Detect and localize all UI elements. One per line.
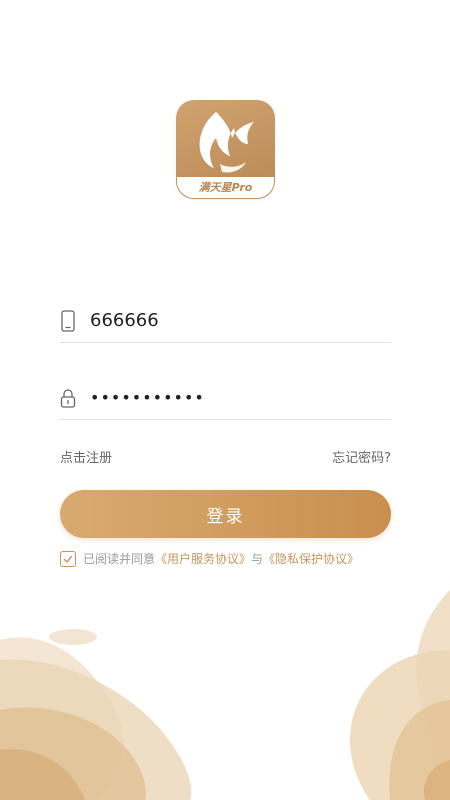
phone-input[interactable] (90, 306, 380, 334)
password-field (60, 379, 391, 420)
app-logo: 满天星Pro (176, 100, 275, 199)
login-button[interactable]: 登录 (60, 490, 391, 538)
register-link[interactable]: 点击注册 (60, 450, 112, 468)
agreement-joiner: 与 (251, 552, 264, 566)
lock-icon (60, 387, 76, 409)
phone-field (60, 302, 391, 343)
flame-fox-logo-icon (199, 112, 254, 173)
phone-icon (60, 310, 76, 332)
logo-text: 满天星Pro (198, 181, 253, 194)
user-agreement-link[interactable]: 《用户服务协议》 (155, 550, 251, 568)
agreement-prefix: 已阅读并同意 (83, 552, 156, 566)
forgot-password-link[interactable]: 忘记密码? (332, 450, 391, 468)
agreement-row: 已阅读并同意 《用户服务协议》 与 《隐私保护协议》 (60, 549, 359, 569)
password-input[interactable] (90, 383, 380, 411)
privacy-agreement-link[interactable]: 《隐私保护协议》 (263, 550, 359, 568)
agreement-checkbox[interactable] (60, 551, 76, 567)
checkmark-icon (63, 555, 73, 563)
